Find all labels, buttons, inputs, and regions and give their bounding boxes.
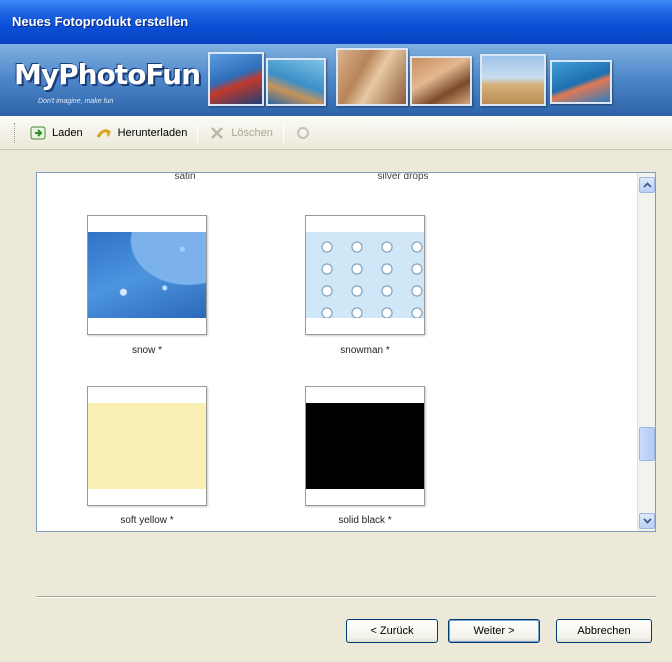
gallery-item-label: snowman *: [340, 345, 390, 356]
thumbnail-snow: [87, 215, 207, 335]
toolbar: Laden Herunterladen Löschen: [0, 116, 672, 150]
thumbnail-solid-black: [305, 386, 425, 506]
gallery-item-solid-black[interactable]: solid black *: [285, 386, 445, 531]
load-icon: [29, 124, 47, 142]
refresh-icon: [294, 124, 312, 142]
banner-photo-swimmer: [266, 58, 326, 106]
gallery-item-snowman[interactable]: snowman *: [285, 215, 445, 375]
gallery-item-label: soft yellow *: [120, 515, 174, 526]
banner-photo-strip: [200, 44, 672, 116]
download-icon: [95, 124, 113, 142]
thumbnail-soft-yellow: [87, 386, 207, 506]
download-label: Herunterladen: [117, 126, 188, 139]
gallery-item-snow[interactable]: snow *: [67, 215, 227, 375]
gallery-item-label-partial: satin: [174, 173, 196, 181]
delete-button[interactable]: Löschen: [202, 121, 279, 145]
banner-photo-family: [410, 56, 472, 106]
window-title: Neues Fotoprodukt erstellen: [12, 14, 189, 29]
chevron-up-icon: [642, 182, 652, 188]
scrollbar-thumb[interactable]: [639, 427, 655, 461]
vertical-scrollbar[interactable]: [637, 173, 655, 531]
logo-tagline: Don't imagine, make fun: [38, 98, 114, 105]
footer-divider: [36, 596, 656, 598]
toolbar-separator: [282, 122, 284, 143]
scroll-up-button[interactable]: [639, 177, 655, 193]
next-button[interactable]: Weiter >: [448, 619, 540, 643]
window-title-bar: Neues Fotoprodukt erstellen: [0, 0, 672, 44]
swatch-snowman: [306, 232, 424, 318]
swatch-solid-black: [306, 403, 424, 489]
banner-photo-pool: [550, 60, 612, 104]
cancel-button[interactable]: Abbrechen: [556, 619, 652, 643]
delete-icon: [208, 124, 226, 142]
background-gallery: satin silver drops snow * snowman * soft…: [36, 172, 656, 532]
toolbar-grip: [14, 122, 17, 143]
load-button[interactable]: Laden: [23, 121, 89, 145]
gallery-item-soft-yellow[interactable]: soft yellow *: [67, 386, 227, 531]
back-button[interactable]: < Zurück: [346, 619, 438, 643]
thumbnail-snowman: [305, 215, 425, 335]
load-label: Laden: [52, 126, 83, 139]
chevron-down-icon: [642, 518, 652, 524]
banner-photo-group: [336, 48, 408, 106]
delete-label: Löschen: [231, 126, 273, 139]
swatch-snow: [88, 232, 206, 318]
toolbar-separator: [197, 122, 199, 143]
download-button[interactable]: Herunterladen: [89, 121, 194, 145]
myphotofun-logo: MyPhotoFun Don't imagine, make fun: [14, 52, 201, 110]
banner-photo-pyramids: [480, 54, 546, 106]
gallery-item-label: snow *: [131, 345, 162, 356]
swatch-soft-yellow: [88, 403, 206, 489]
header-banner: MyPhotoFun Don't imagine, make fun: [0, 44, 672, 116]
gallery-item-label: solid black *: [338, 515, 392, 526]
gallery-item-label-partial: silver drops: [377, 173, 429, 181]
banner-photo-child: [208, 52, 264, 106]
logo-text: MyPhotoFun: [14, 58, 201, 91]
refresh-button[interactable]: [288, 121, 318, 145]
scroll-down-button[interactable]: [639, 513, 655, 529]
gallery-items: satin silver drops snow * snowman * soft…: [37, 173, 637, 531]
